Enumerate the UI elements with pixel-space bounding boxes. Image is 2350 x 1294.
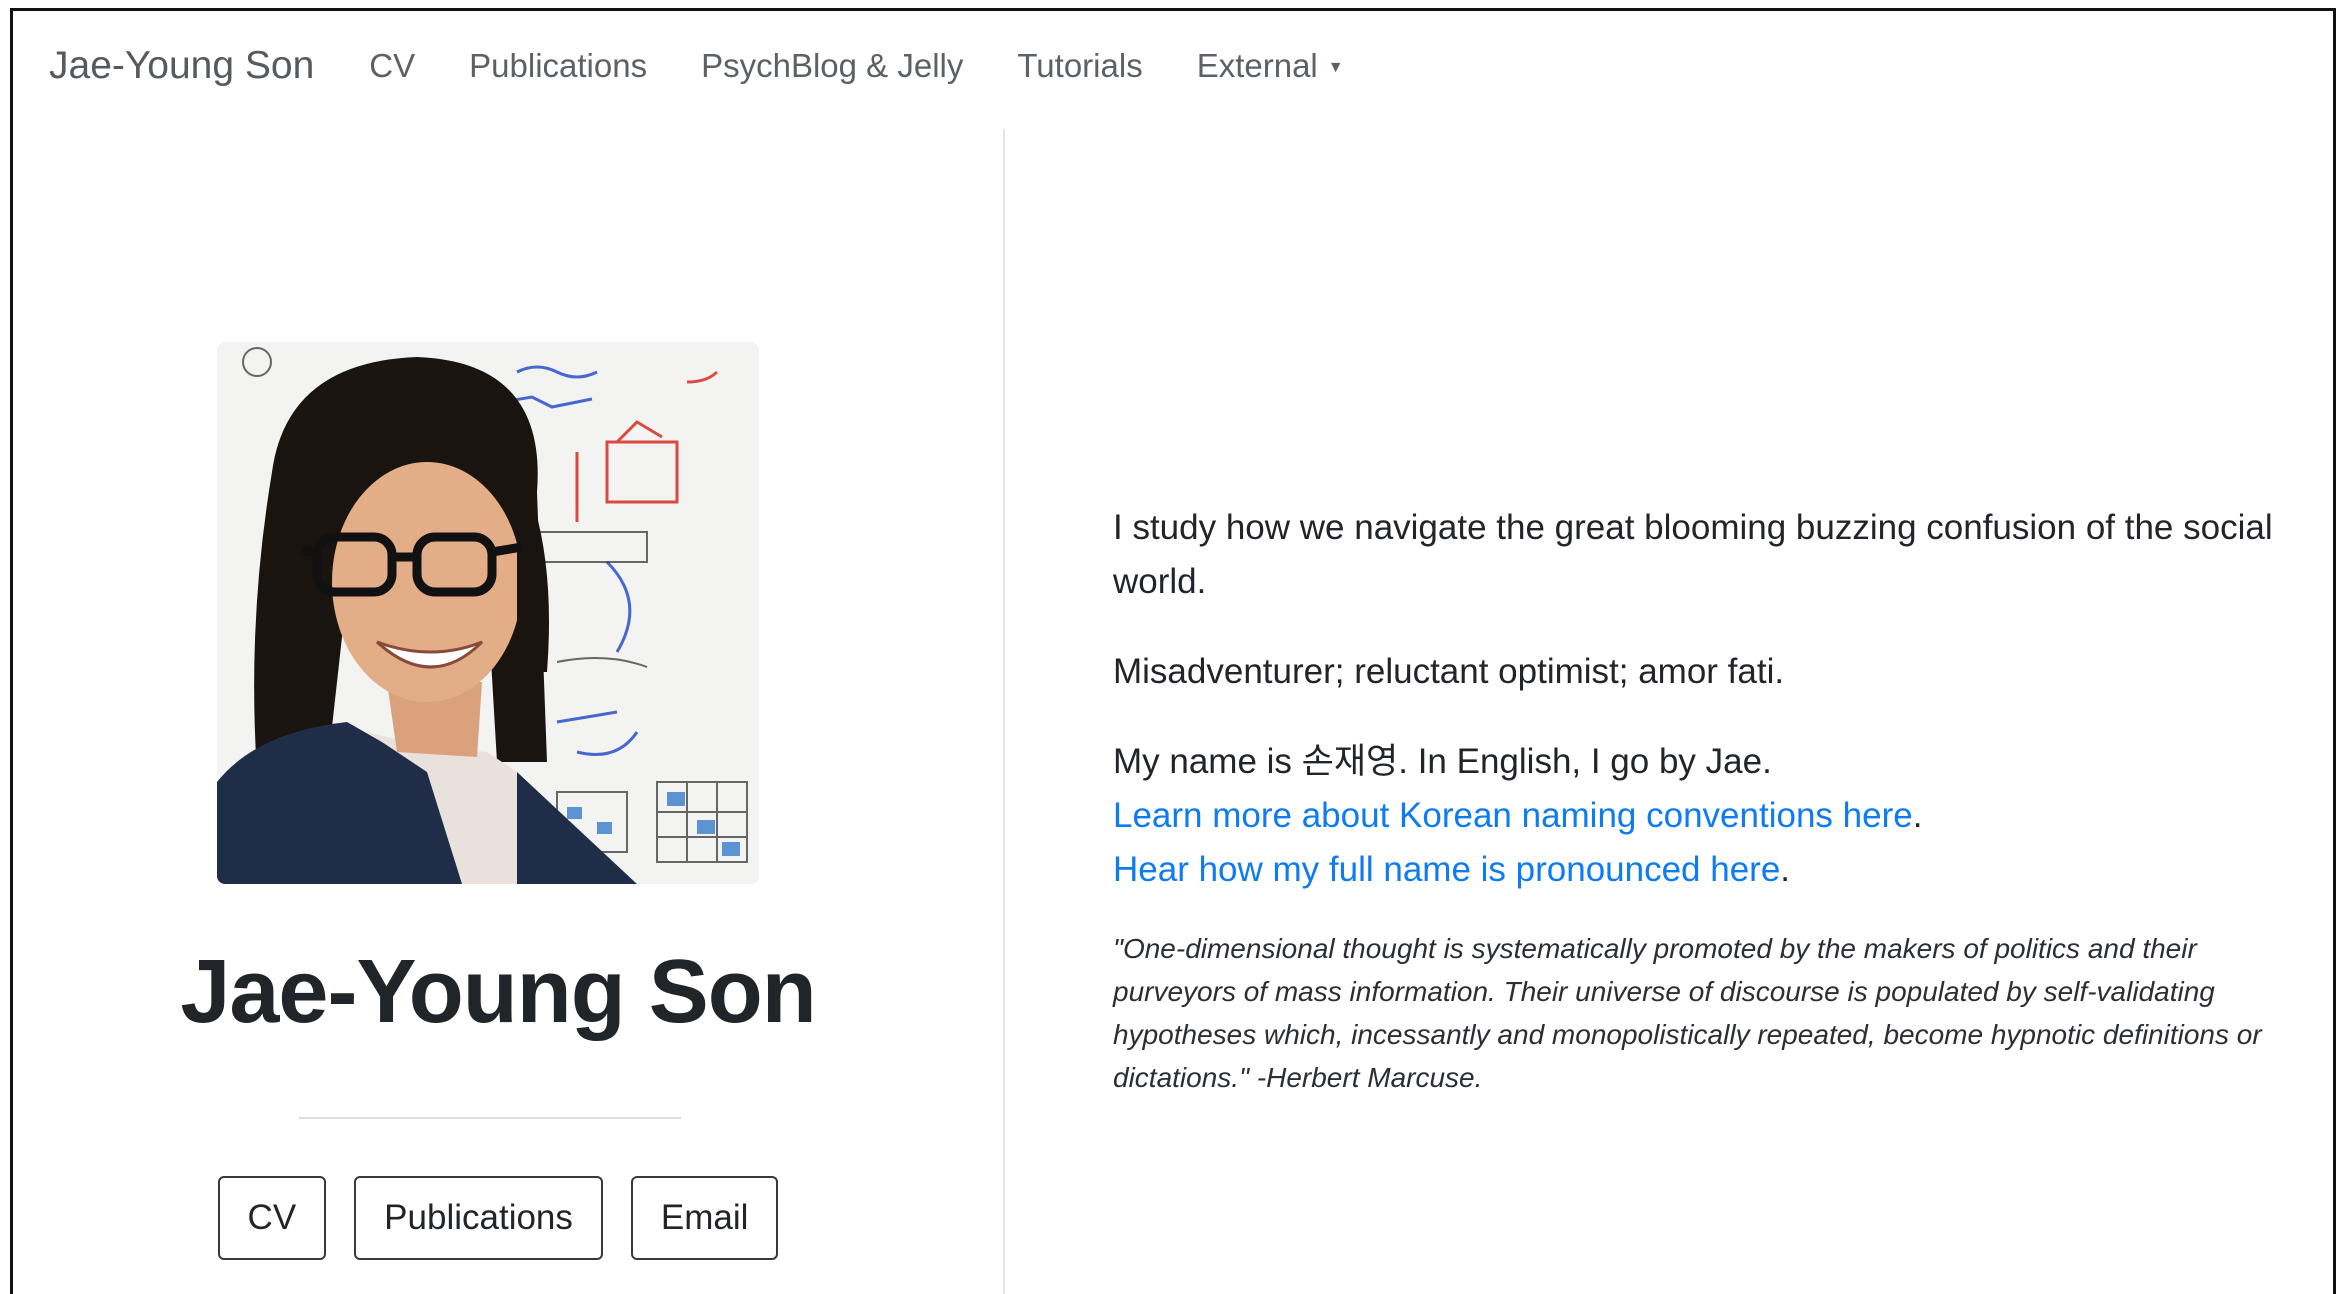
publications-button[interactable]: Publications [354, 1176, 603, 1260]
browser-frame: Jae-Young Son CV Publications PsychBlog … [10, 8, 2336, 1294]
caret-down-icon: ▼ [1327, 59, 1344, 77]
bio-column: I study how we navigate the great bloomi… [1113, 501, 2303, 1135]
period-1: . [1912, 796, 1923, 835]
cv-button[interactable]: CV [217, 1176, 327, 1260]
bio-intro: I study how we navigate the great bloomi… [1113, 508, 2273, 601]
portrait-illustration [217, 342, 759, 884]
name-pronunciation-link[interactable]: Hear how my full name is pronounced here [1113, 850, 1780, 889]
nav-tutorials[interactable]: Tutorials [1017, 47, 1142, 85]
profile-name-heading: Jae-Young Son [180, 942, 816, 1042]
korean-naming-link[interactable]: Learn more about Korean naming conventio… [1113, 796, 1913, 835]
period-2: . [1780, 850, 1791, 889]
nav-external-dropdown[interactable]: External ▼ [1197, 47, 1344, 85]
bio-name-sentence: My name is 손재영. In English, I go by Jae. [1113, 742, 1772, 781]
email-button[interactable]: Email [630, 1176, 779, 1260]
profile-photo [217, 342, 759, 884]
marcuse-quote: "One-dimensional thought is systematical… [1113, 933, 2262, 1093]
profile-column: Jae-Young Son CV Publications Email [13, 11, 1003, 1294]
column-divider [1003, 129, 1005, 1294]
bio-tagline: Misadventurer; reluctant optimist; amor … [1113, 652, 1785, 691]
bio-name-paragraph: My name is 손재영. In English, I go by Jae.… [1113, 735, 2303, 897]
nav-external-label: External [1196, 47, 1318, 84]
profile-button-row: CV Publications Email [13, 1176, 983, 1260]
name-divider [299, 1117, 681, 1119]
